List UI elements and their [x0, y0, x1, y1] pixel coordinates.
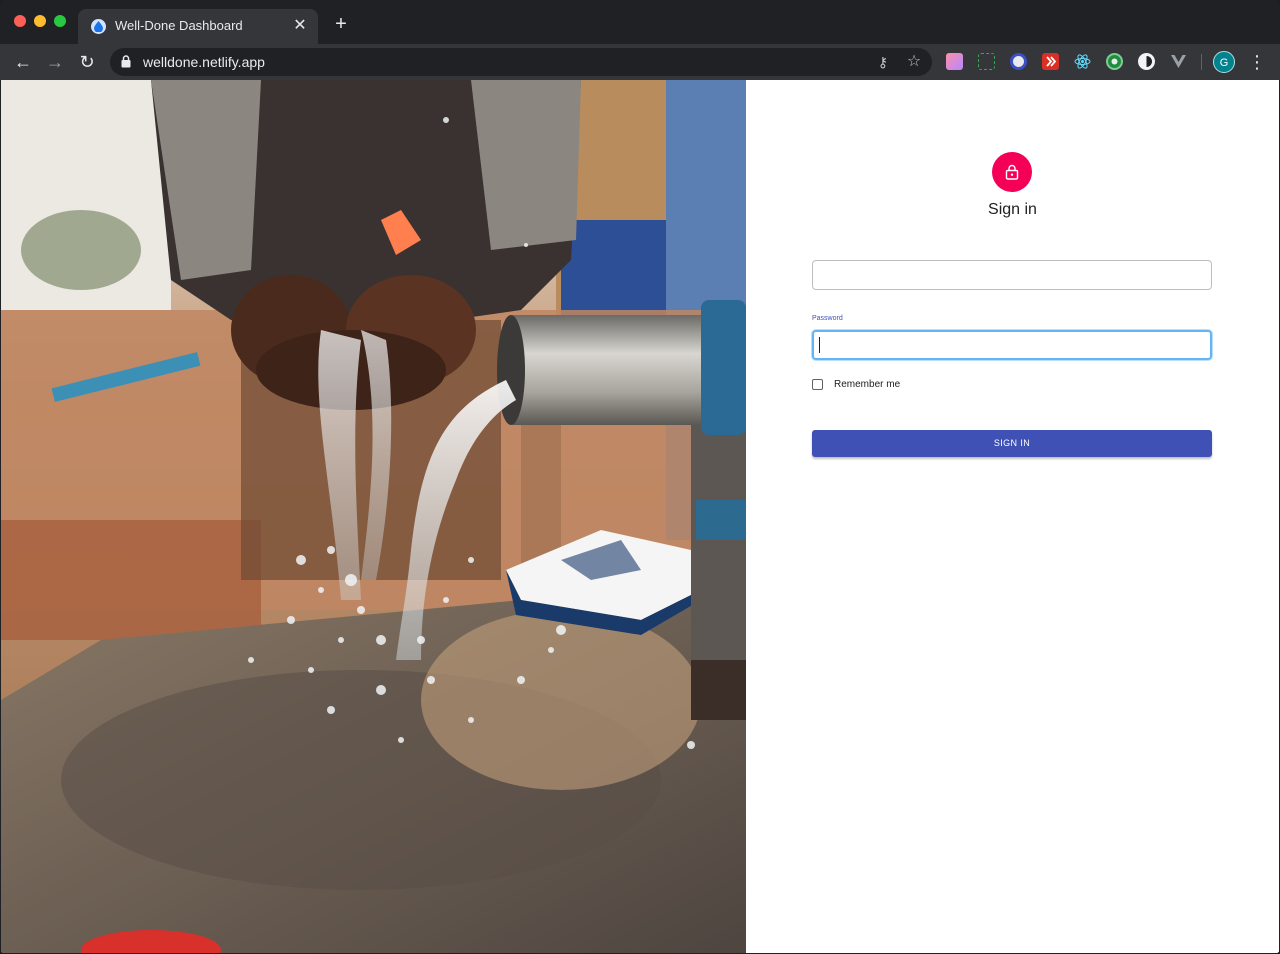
back-arrow-icon[interactable]: ←: [11, 50, 35, 74]
remember-me-checkbox[interactable]: [812, 379, 823, 390]
vue-devtools-icon[interactable]: [1170, 53, 1187, 70]
tab-title: Well-Done Dashboard: [115, 18, 243, 33]
compass-extension-icon[interactable]: [1010, 53, 1027, 70]
tab-strip: Well-Done Dashboard ✕ +: [0, 0, 1280, 44]
dark-reader-icon[interactable]: [1138, 53, 1155, 70]
sign-in-panel: Sign in Password Remember me SIGN IN: [746, 80, 1279, 953]
star-icon[interactable]: ☆: [905, 53, 923, 71]
address-bar[interactable]: welldone.netlify.app ⚷ ☆: [110, 48, 932, 76]
water-pump-photo: [1, 80, 746, 953]
page-viewport: Sign in Password Remember me SIGN IN: [1, 80, 1279, 953]
close-window-button[interactable]: [14, 15, 26, 27]
forward-arrow-icon[interactable]: →: [43, 50, 67, 74]
sign-in-button[interactable]: SIGN IN: [812, 430, 1212, 457]
water-drop-icon: [91, 19, 106, 34]
tab-well-done-dashboard[interactable]: Well-Done Dashboard ✕: [78, 9, 318, 44]
target-extension-icon[interactable]: [1106, 53, 1123, 70]
password-field[interactable]: [812, 330, 1212, 360]
react-devtools-icon[interactable]: [1074, 53, 1091, 70]
browser-toolbar: ← → ↻ welldone.netlify.app ⚷ ☆ G ⋮: [0, 44, 1280, 80]
lock-outline-icon: [1005, 164, 1019, 180]
password-label: Password: [812, 315, 843, 322]
toolbar-divider: [1201, 54, 1202, 70]
profile-avatar[interactable]: G: [1213, 51, 1235, 73]
tab-close-icon[interactable]: ✕: [291, 17, 309, 35]
lock-icon: [121, 55, 131, 73]
browser-window: Well-Done Dashboard ✕ + ← → ↻ welldone.n…: [0, 0, 1280, 954]
new-tab-button[interactable]: +: [330, 13, 352, 35]
screenshot-extension-icon[interactable]: [978, 53, 995, 70]
minimize-window-button[interactable]: [34, 15, 46, 27]
key-icon[interactable]: ⚷: [874, 53, 892, 71]
redirect-extension-icon[interactable]: [1042, 53, 1059, 70]
reload-icon[interactable]: ↻: [75, 50, 99, 74]
maximize-window-button[interactable]: [54, 15, 66, 27]
menu-dots-icon[interactable]: ⋮: [1248, 51, 1266, 73]
gradient-extension-icon[interactable]: [946, 53, 963, 70]
text-caret: [819, 337, 820, 353]
remember-me-label[interactable]: Remember me: [834, 379, 900, 390]
url-text: welldone.netlify.app: [143, 54, 265, 70]
page-title: Sign in: [988, 201, 1037, 218]
lock-avatar: [992, 152, 1032, 192]
email-field[interactable]: [812, 260, 1212, 290]
